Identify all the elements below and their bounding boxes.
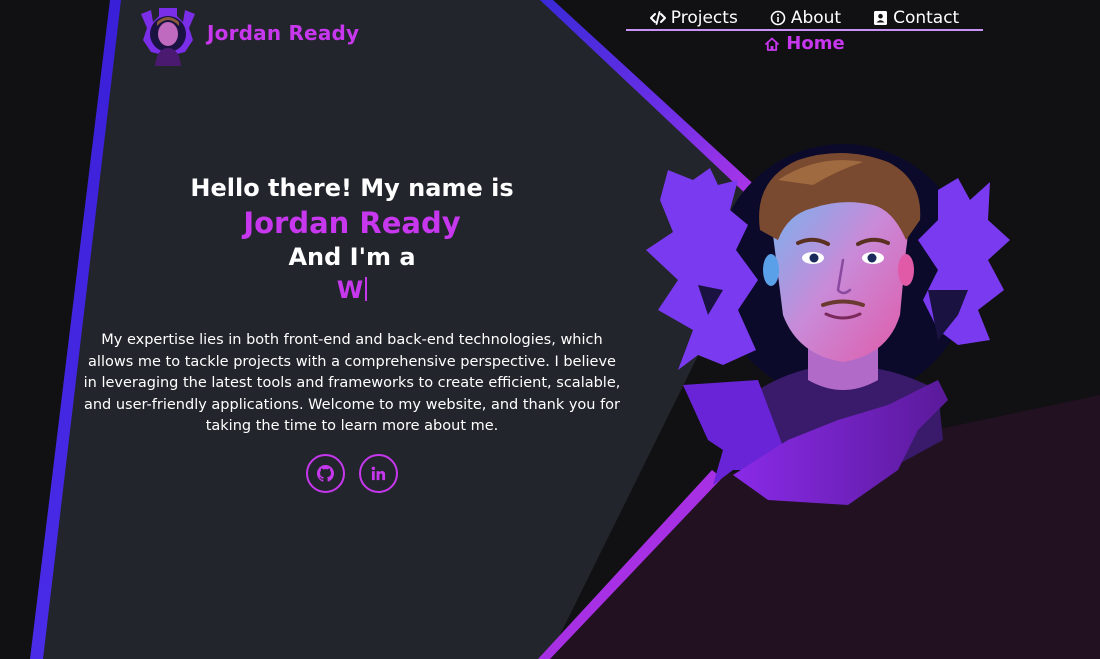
nav-link-label: Projects: [670, 7, 738, 28]
nav-link-label: Contact: [893, 7, 960, 28]
hero-name: Jordan Ready: [243, 206, 461, 240]
github-icon: [317, 464, 334, 482]
github-link[interactable]: [306, 453, 345, 493]
main-nav: Projects About Contact Home: [626, 0, 983, 54]
social-links: [82, 453, 622, 493]
linkedin-icon: [371, 466, 386, 481]
nav-link-label: About: [790, 7, 842, 28]
typed-role: W: [336, 276, 364, 304]
brand-name: Jordan Ready: [207, 21, 360, 45]
portrait-illustration: [646, 144, 1010, 505]
hero-greeting: Hello there! My name is: [190, 174, 514, 202]
nav-link-projects[interactable]: Projects: [649, 6, 738, 29]
contact-card-icon: [874, 10, 888, 25]
linkedin-link[interactable]: [359, 453, 398, 493]
page: Jordan Ready Projects About Contact Home…: [0, 0, 1100, 659]
hero-bio: My expertise lies in both front-end and …: [83, 332, 621, 435]
code-icon: [649, 10, 666, 25]
brand-logo-link[interactable]: Jordan Ready: [137, 4, 359, 66]
nav-link-home[interactable]: Home: [626, 33, 983, 54]
info-circle-icon: [770, 10, 786, 25]
brand-avatar: [141, 8, 195, 66]
hero-role-intro: And I'm a: [288, 243, 416, 271]
typewriter-text: W: [82, 274, 622, 306]
nav-home-label: Home: [786, 33, 845, 54]
typing-cursor: [365, 277, 368, 301]
nav-link-contact[interactable]: Contact: [873, 6, 959, 29]
nav-links: Projects About Contact: [626, 0, 983, 31]
hero-section: Hello there! My name is Jordan Ready And…: [82, 170, 622, 493]
home-icon: [765, 37, 780, 51]
nav-link-about[interactable]: About: [770, 6, 841, 29]
